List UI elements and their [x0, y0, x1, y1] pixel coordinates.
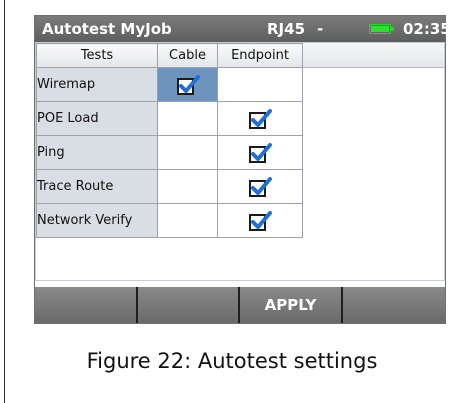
softkey-4[interactable] [343, 287, 445, 323]
cell-poe-load-endpoint[interactable] [217, 101, 303, 136]
cell-poe-load-cable[interactable] [157, 101, 218, 136]
row-label-trace-route: Trace Route [36, 169, 158, 204]
checkbox-checked-icon [176, 74, 200, 95]
cell-ping-cable[interactable] [157, 135, 218, 170]
table-row: Wiremap [36, 67, 303, 102]
row-label-network-verify: Network Verify [36, 203, 158, 238]
cell-trace-route-cable[interactable] [157, 169, 218, 204]
softkey-1[interactable] [35, 287, 136, 323]
cell-wiremap-endpoint[interactable] [217, 67, 303, 102]
cell-network-verify-endpoint[interactable] [217, 203, 303, 238]
checkbox-checked-icon [249, 176, 272, 197]
job-title: Autotest MyJob [42, 20, 172, 38]
device-screen: Autotest MyJob RJ45 - 02:35 Tests Cable … [34, 15, 451, 324]
table-row: Trace Route [36, 169, 303, 204]
page-border-line [4, 0, 5, 403]
table-row: POE Load [36, 101, 303, 136]
header-tests: Tests [36, 43, 158, 68]
softkey-2[interactable] [138, 287, 238, 323]
battery-icon [369, 24, 394, 34]
table-row: Network Verify [36, 203, 303, 238]
checkbox-checked-icon [249, 142, 272, 163]
row-label-poe-load: POE Load [36, 101, 158, 136]
table-row: Ping [36, 135, 303, 170]
cell-trace-route-endpoint[interactable] [217, 169, 303, 204]
checkbox-checked-icon [249, 108, 272, 129]
cell-wiremap-cable[interactable] [157, 67, 218, 102]
status-bar: Autotest MyJob RJ45 - 02:35 [35, 16, 451, 42]
autotest-settings-table: Tests Cable Endpoint Wiremap POE Load Pi… [36, 43, 303, 238]
checkbox-checked-icon [249, 210, 272, 231]
port-separator: - [317, 20, 324, 38]
port-label: RJ45 [267, 20, 306, 38]
figure-caption: Figure 22: Autotest settings [86, 349, 378, 373]
clock-time: 02:35 [403, 20, 451, 38]
table-header-row: Tests Cable Endpoint [36, 43, 303, 68]
header-cable: Cable [157, 43, 218, 68]
settings-panel: Tests Cable Endpoint Wiremap POE Load Pi… [35, 42, 445, 281]
cell-network-verify-cable[interactable] [157, 203, 218, 238]
apply-button[interactable]: APPLY [240, 287, 341, 323]
header-endpoint: Endpoint [217, 43, 303, 68]
softkey-bar: APPLY [35, 287, 445, 323]
row-label-ping: Ping [36, 135, 158, 170]
cell-ping-endpoint[interactable] [217, 135, 303, 170]
row-label-wiremap: Wiremap [36, 67, 158, 102]
